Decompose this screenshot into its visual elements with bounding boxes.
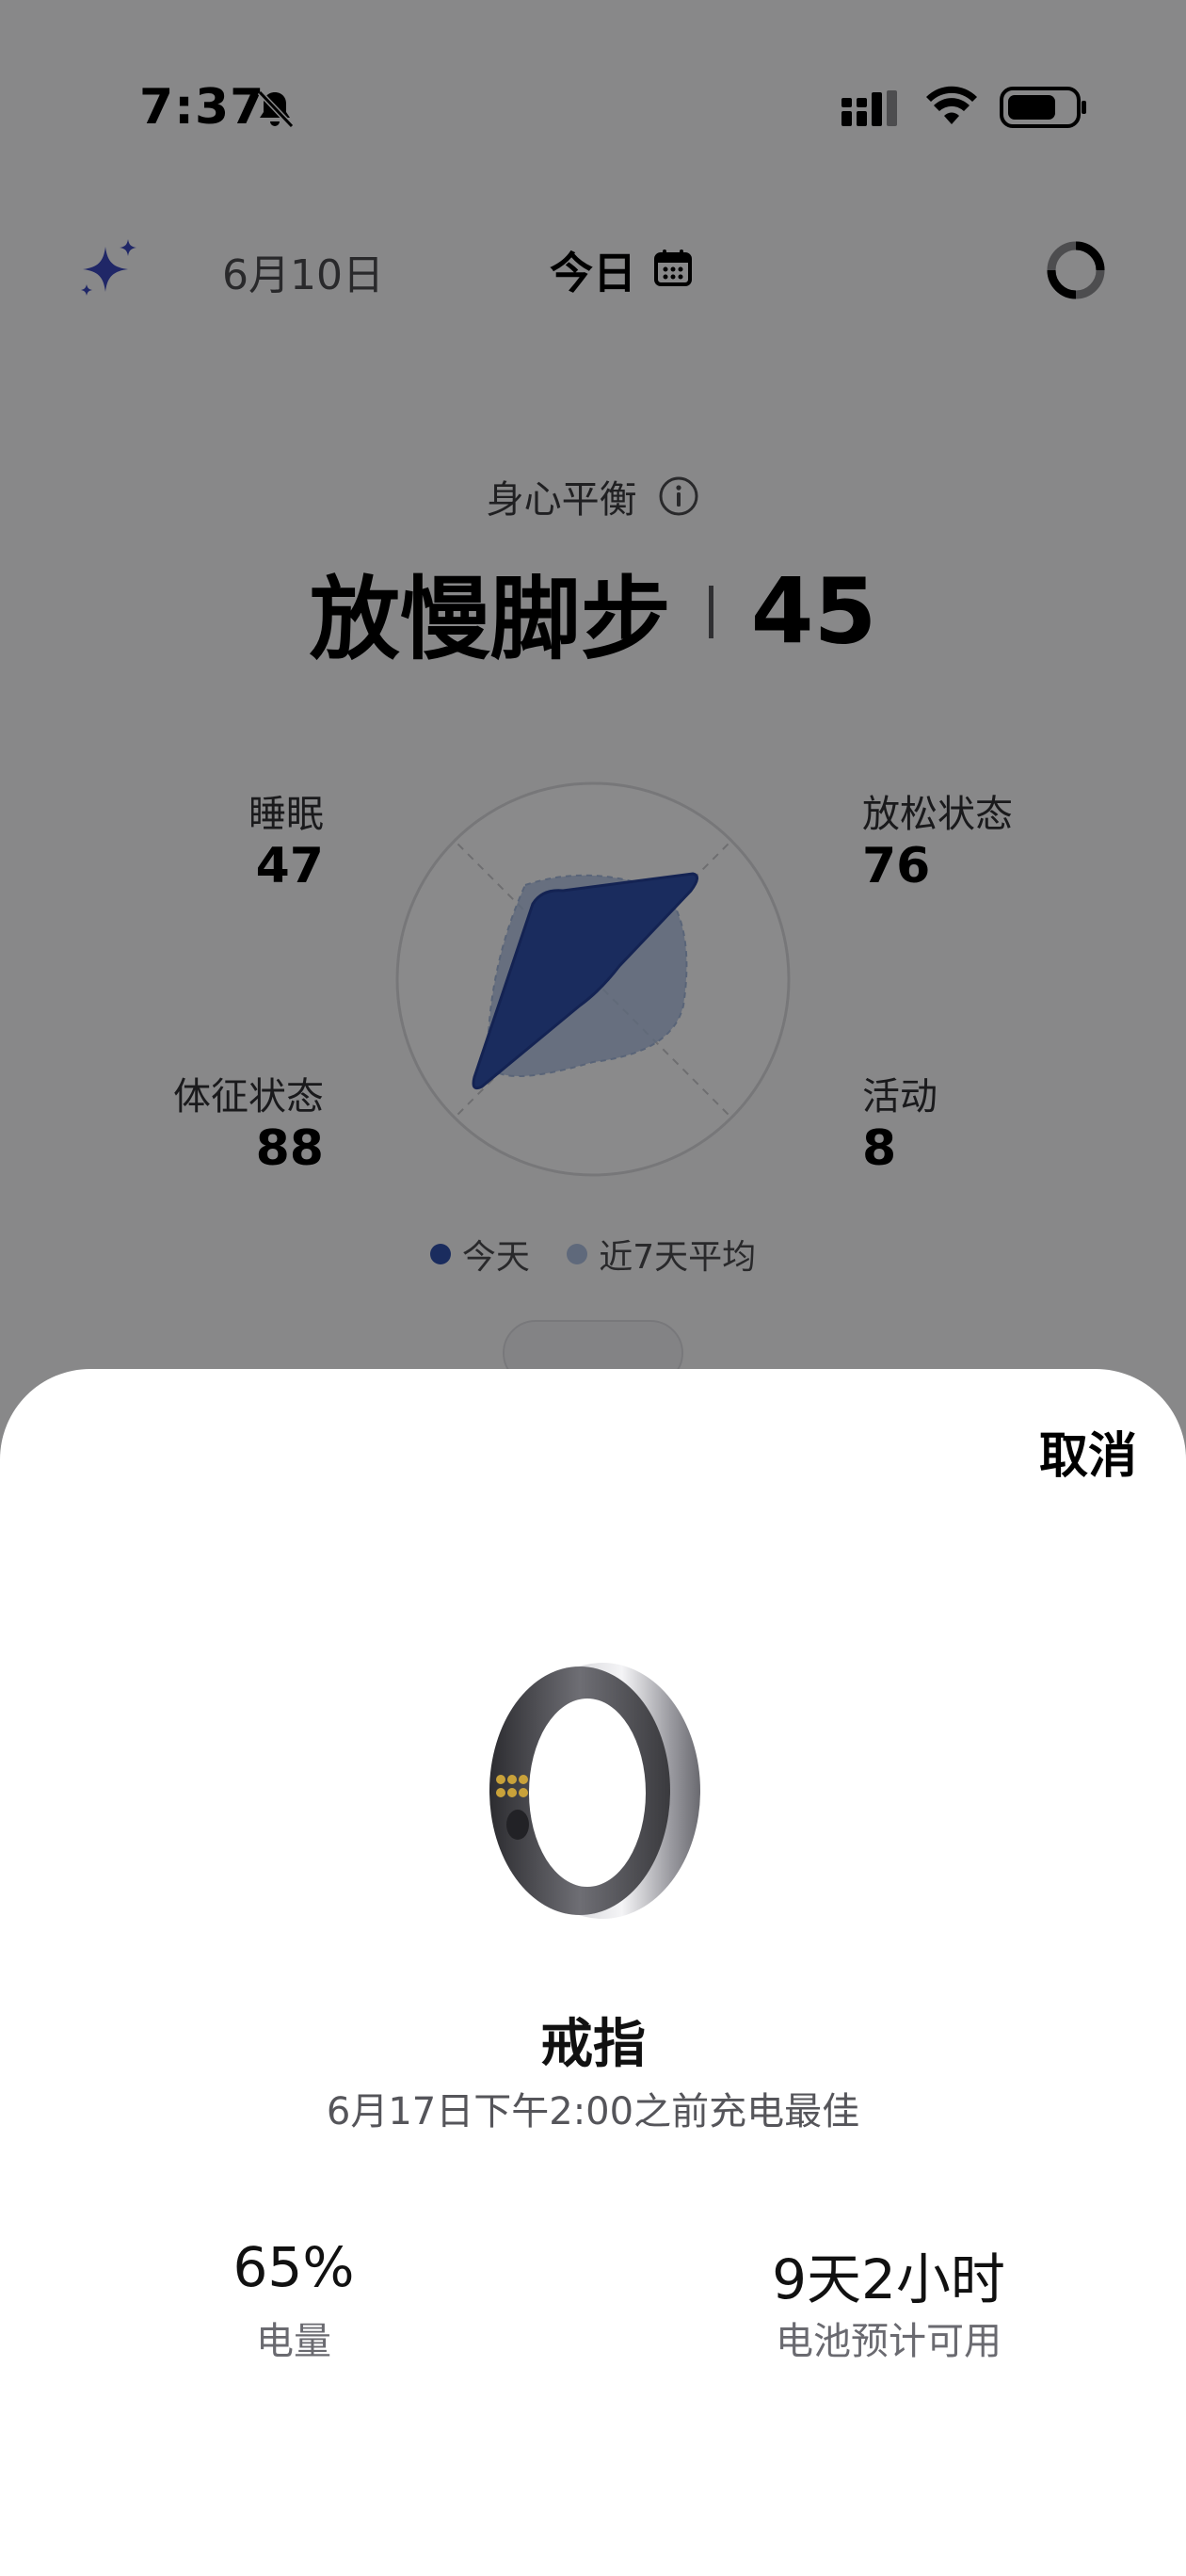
charge-tip: 6月17日下午2:00之前充电最佳: [326, 2090, 860, 2133]
battery-remaining-label: 电池预计可用: [776, 2320, 1002, 2363]
device-name: 戒指: [540, 2014, 646, 2075]
smart-ring-image: [489, 1663, 700, 1919]
battery-label: 电量: [256, 2320, 331, 2363]
cancel-button[interactable]: 取消: [1039, 1416, 1137, 1487]
battery-percent: 65%: [232, 2235, 355, 2299]
battery-remaining: 9天2小时: [772, 2247, 1005, 2311]
device-bottom-sheet: 取消 戒指 6月17日下午2:00之前充电最佳 65% 电量 9天2小时 电池预…: [0, 1369, 1186, 2576]
